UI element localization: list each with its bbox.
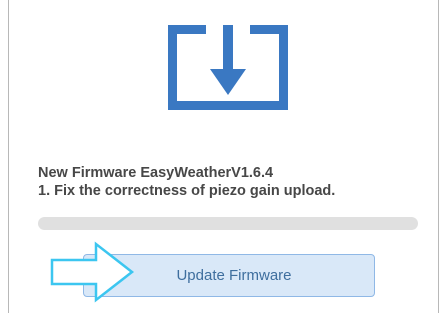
update-progress-bar bbox=[38, 217, 418, 230]
dialog-left-border bbox=[8, 0, 9, 313]
firmware-title: New Firmware EasyWeatherV1.6.4 bbox=[38, 165, 274, 181]
dialog-right-border bbox=[438, 0, 439, 313]
firmware-update-dialog: New Firmware EasyWeatherV1.6.4 1. Fix th… bbox=[0, 0, 446, 313]
arrow-right-icon bbox=[50, 241, 135, 303]
firmware-notes: New Firmware EasyWeatherV1.6.4 1. Fix th… bbox=[38, 164, 418, 200]
firmware-note: 1. Fix the correctness of piezo gain upl… bbox=[38, 183, 336, 199]
update-firmware-label: Update Firmware bbox=[176, 267, 292, 284]
download-icon bbox=[168, 25, 288, 110]
